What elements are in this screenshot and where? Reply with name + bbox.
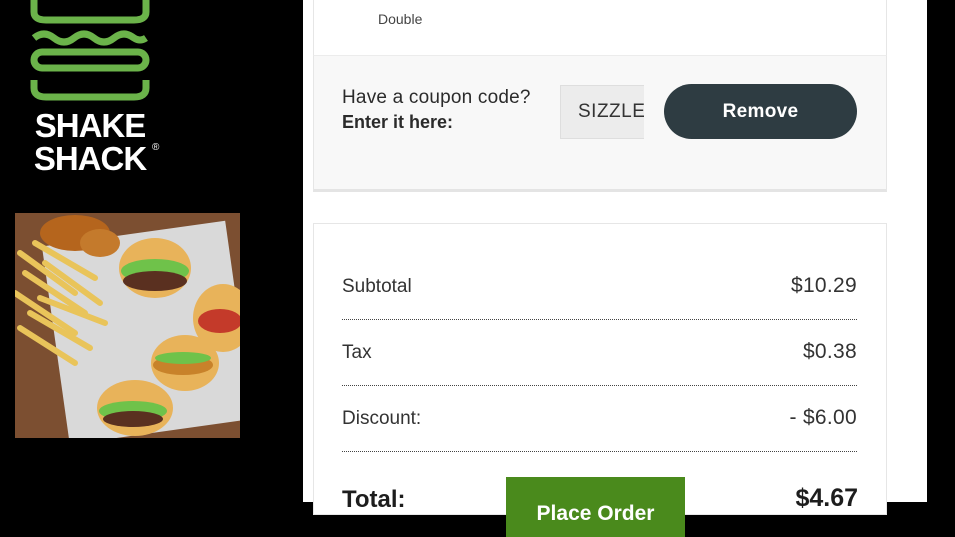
order-item-card: Double bbox=[313, 0, 887, 56]
right-margin bbox=[927, 0, 955, 502]
subtotal-label: Subtotal bbox=[342, 276, 412, 297]
coupon-section: Have a coupon code? Enter it here: Remov… bbox=[313, 56, 887, 192]
tax-label: Tax bbox=[342, 342, 372, 363]
subtotal-row: Subtotal $10.29 bbox=[342, 254, 857, 320]
tax-value: $0.38 bbox=[802, 340, 857, 363]
tax-row: Tax $0.38 bbox=[342, 320, 857, 386]
coupon-instruction: Enter it here: bbox=[342, 112, 454, 132]
remove-coupon-button[interactable]: Remove bbox=[664, 84, 857, 139]
discount-label: Discount: bbox=[342, 408, 422, 429]
coupon-code-input[interactable] bbox=[560, 85, 644, 139]
total-label: Total: bbox=[342, 486, 406, 513]
subtotal-value: $10.29 bbox=[790, 274, 857, 297]
svg-text:SHAKE: SHAKE bbox=[35, 107, 146, 144]
discount-value: - $6.00 bbox=[789, 406, 857, 429]
shake-shack-logo: SHAKE SHACK ® bbox=[30, 0, 160, 177]
place-order-button[interactable]: Place Order bbox=[506, 477, 685, 537]
svg-text:SHACK: SHACK bbox=[34, 140, 148, 177]
coupon-question: Have a coupon code? bbox=[342, 87, 531, 108]
discount-row: Discount: - $6.00 bbox=[342, 386, 857, 452]
brand-sidebar: SHAKE SHACK ® bbox=[0, 0, 303, 502]
svg-text:®: ® bbox=[152, 142, 160, 153]
item-variant: Double bbox=[378, 11, 423, 27]
checkout-panel: Double Have a coupon code? Enter it here… bbox=[303, 0, 927, 537]
total-value: $4.67 bbox=[795, 484, 858, 512]
order-totals: Subtotal $10.29 Tax $0.38 Discount: - $6… bbox=[313, 223, 887, 537]
food-photo bbox=[15, 213, 240, 438]
